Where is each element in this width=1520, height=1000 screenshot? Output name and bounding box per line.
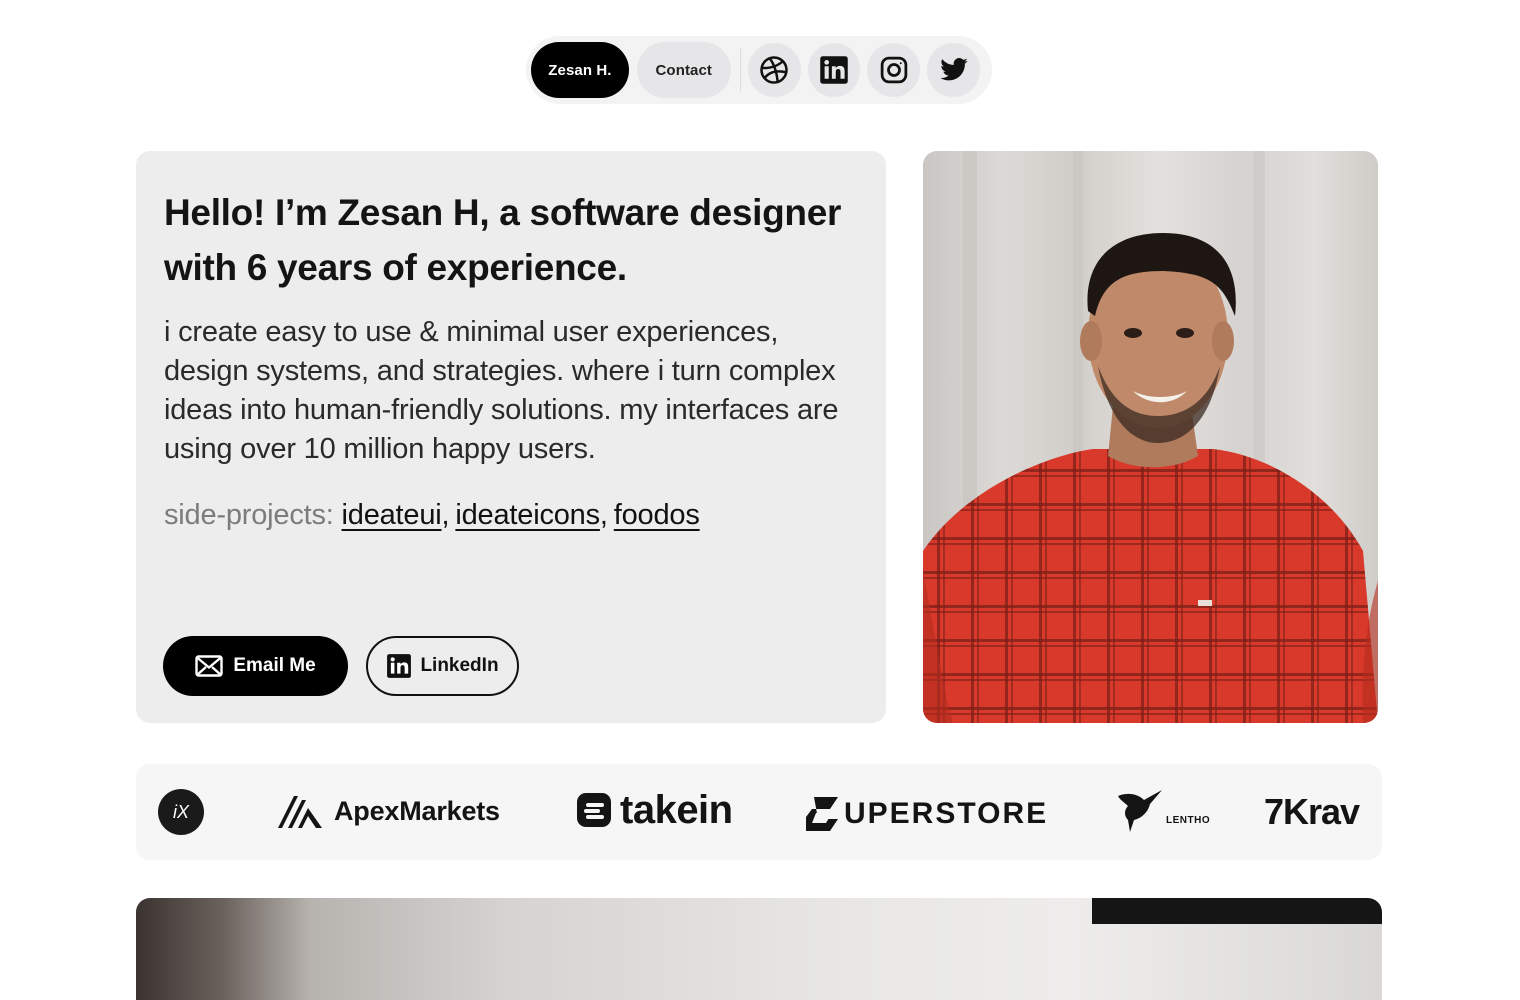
instagram-icon	[880, 56, 908, 84]
instagram-link[interactable]	[867, 43, 921, 97]
home-name-button[interactable]: Zesan H.	[531, 42, 629, 98]
client-logos: iX ApexMarkets takein UPERSTORE LENTHO 7…	[136, 764, 1382, 860]
top-nav: Zesan H. Contact	[526, 36, 992, 104]
linkedin-icon	[387, 654, 412, 678]
hummingbird-icon	[1118, 790, 1162, 832]
logo-takein: takein	[576, 786, 733, 834]
hero-description: i create easy to use & minimal user expe…	[164, 316, 839, 465]
linkedin-link[interactable]	[807, 43, 861, 97]
side-project-link-ideateicons[interactable]: ideateicons	[455, 499, 600, 531]
superstore-mark-icon	[806, 797, 838, 831]
logo-lentho: LENTHO	[1116, 786, 1210, 836]
mail-icon	[195, 655, 224, 677]
logo-apexmarkets-text: ApexMarkets	[334, 795, 500, 826]
linkedin-icon	[820, 56, 848, 84]
linkedin-label: LinkedIn	[420, 655, 499, 676]
nav-divider	[739, 48, 741, 92]
logo-apexmarkets: ApexMarkets	[276, 790, 500, 832]
logo-superstore: UPERSTORE	[804, 792, 1048, 836]
logo-7krav-text: 7Krav	[1264, 791, 1360, 832]
logo-takein-text: takein	[620, 787, 733, 832]
logo-lentho-text: LENTHO	[1166, 814, 1211, 826]
hero-title: Hello! I’m Zesan H, a software designer …	[164, 192, 842, 288]
side-project-link-ideateui[interactable]: ideateui	[342, 499, 442, 531]
logo-ix: iX	[158, 789, 204, 835]
monitor-edge	[1092, 898, 1382, 924]
hero-card: Hello! I’m Zesan H, a software designer …	[136, 151, 886, 723]
dribbble-link[interactable]	[747, 43, 801, 97]
separator: ,	[441, 499, 450, 531]
apex-mark-icon	[278, 796, 322, 828]
side-project-link-foodos[interactable]: foodos	[614, 499, 700, 531]
contact-button[interactable]: Contact	[636, 42, 731, 98]
twitter-link[interactable]	[927, 43, 981, 97]
hero-buttons: Email Me LinkedIn	[163, 636, 519, 696]
logo-7krav: 7Krav	[1264, 790, 1360, 834]
side-projects: side-projects: ideateui, ideateicons, food…	[164, 495, 858, 535]
dribbble-icon	[760, 56, 788, 84]
takein-mark-icon	[577, 793, 611, 827]
logo-ix-text: iX	[172, 801, 189, 822]
logo-superstore-text: UPERSTORE	[844, 797, 1049, 830]
profile-photo	[923, 151, 1378, 723]
linkedin-button[interactable]: LinkedIn	[366, 636, 519, 696]
email-me-button[interactable]: Email Me	[163, 636, 348, 696]
separator: ,	[599, 499, 608, 531]
portrait-illustration	[923, 151, 1378, 723]
featured-work-image	[136, 898, 1382, 1000]
twitter-icon	[939, 58, 968, 81]
side-projects-label: side-projects:	[164, 499, 334, 531]
email-me-label: Email Me	[233, 655, 316, 676]
